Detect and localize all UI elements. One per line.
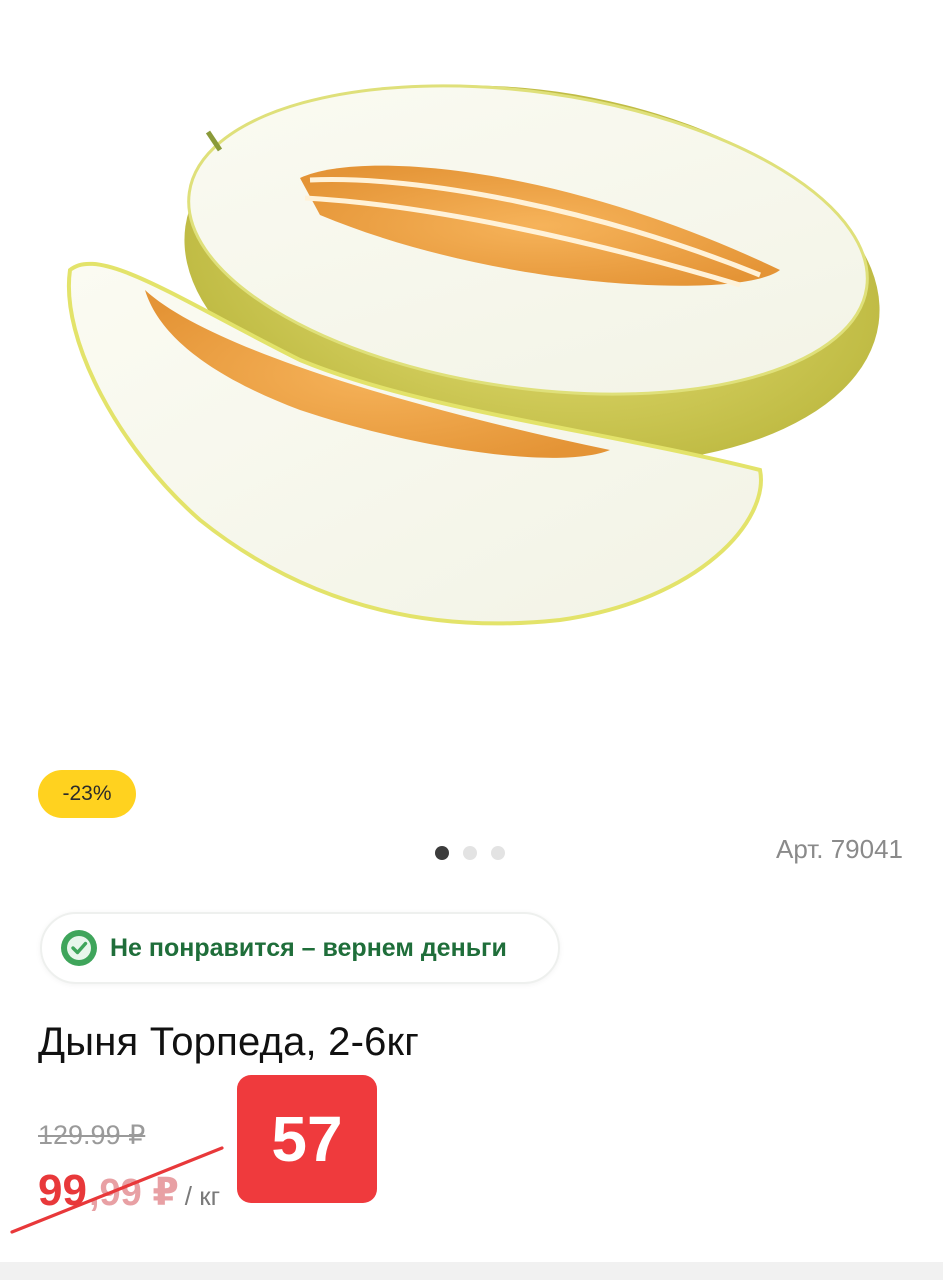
gallery-dot[interactable] xyxy=(491,846,505,860)
new-price-tag: 57 xyxy=(237,1075,377,1203)
old-price: 129.99 ₽ xyxy=(38,1120,146,1150)
melon-photo xyxy=(66,84,880,626)
verified-badge-icon xyxy=(61,930,97,966)
price-unit: / кг xyxy=(184,1181,221,1211)
sku-label: Арт. 79041 xyxy=(775,834,903,864)
gallery-dot[interactable] xyxy=(435,846,449,860)
gallery-dot[interactable] xyxy=(463,846,477,860)
product-image[interactable] xyxy=(0,0,943,740)
product-title: Дыня Торпеда, 2-6кг xyxy=(38,1020,420,1064)
current-price: 99 ,99 ₽ / кг xyxy=(38,1166,220,1216)
money-back-guarantee[interactable]: Не понравится – вернем деньги xyxy=(40,912,560,984)
price-integer: 99 xyxy=(38,1166,87,1215)
bottom-panel-edge xyxy=(0,1262,943,1280)
guarantee-text: Не понравится – вернем деньги xyxy=(110,933,507,962)
discount-badge: -23% xyxy=(38,770,136,818)
gallery-pagination[interactable] xyxy=(435,846,505,860)
price-fraction: ,99 ₽ xyxy=(88,1172,179,1214)
